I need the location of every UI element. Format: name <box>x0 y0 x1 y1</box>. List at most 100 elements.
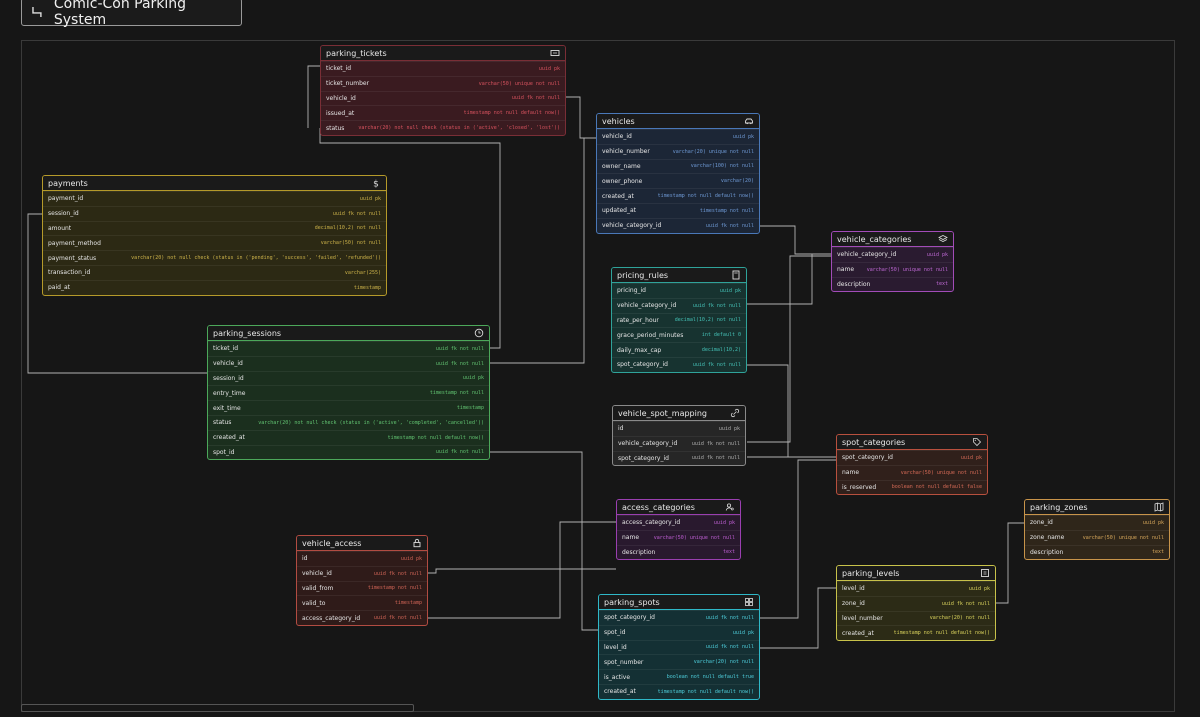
column-row[interactable]: owner_phone varchar(20) <box>597 173 759 188</box>
column-row[interactable]: ticket_number varchar(50) unique not null <box>321 75 565 91</box>
column-row[interactable]: ticket_id uuid fk not null <box>208 341 489 356</box>
column-row[interactable]: spot_category_id uuid fk not null <box>612 356 746 372</box>
column-row[interactable]: zone_id uuid pk <box>1025 515 1169 530</box>
table-header[interactable]: spot_categories <box>837 435 987 450</box>
column-type: uuid pk <box>1142 519 1164 526</box>
column-row[interactable]: vehicle_category_id uuid fk not null <box>612 297 746 313</box>
column-row[interactable]: valid_from timestamp not null <box>297 580 427 596</box>
link-mapping-vcat <box>747 255 831 443</box>
column-row[interactable]: description text <box>1025 544 1169 560</box>
column-row[interactable]: payment_id uuid pk <box>43 191 386 206</box>
column-row[interactable]: grace_period_minutes int default 0 <box>612 327 746 342</box>
column-row[interactable]: issued_at timestamp not null default now(… <box>321 105 565 120</box>
column-row[interactable]: zone_name varchar(50) unique not null <box>1025 529 1169 545</box>
column-type: uuid fk not null <box>435 449 484 456</box>
column-type: uuid fk not null <box>691 440 740 447</box>
column-row[interactable]: is_reserved boolean not null default fals… <box>837 479 987 495</box>
column-row[interactable]: vehicle_category_id uuid fk not null <box>613 435 745 451</box>
column-row[interactable]: vehicle_category_id uuid pk <box>832 247 953 262</box>
column-row[interactable]: ticket_id uuid pk <box>321 61 565 76</box>
column-row[interactable]: description text <box>617 544 740 560</box>
column-row[interactable]: name varchar(50) unique not null <box>837 464 987 480</box>
column-row[interactable]: name varchar(50) unique not null <box>832 261 953 277</box>
column-row[interactable]: access_category_id uuid pk <box>617 515 740 530</box>
table-header[interactable]: parking_zones <box>1025 500 1169 515</box>
column-row[interactable]: exit_time timestamp <box>208 400 489 415</box>
table-parking-sessions[interactable]: parking_sessions ticket_id uuid fk not nul… <box>207 325 490 461</box>
table-parking-levels[interactable]: parking_levels level_id uuid pk zone_id uuid… <box>836 565 996 642</box>
table-access-categories[interactable]: access_categories access_category_id uuid … <box>616 499 741 561</box>
table-header[interactable]: parking_levels <box>837 566 995 581</box>
column-row[interactable]: vehicle_category_id uuid fk not null <box>597 217 759 233</box>
column-row[interactable]: id uuid pk <box>613 421 745 436</box>
column-name: id <box>618 425 624 433</box>
table-header[interactable]: parking_spots <box>599 595 759 610</box>
column-row[interactable]: spot_id uuid fk not null <box>208 444 489 460</box>
column-row[interactable]: valid_to timestamp <box>297 595 427 610</box>
column-row[interactable]: access_category_id uuid fk not null <box>297 610 427 625</box>
column-row[interactable]: name varchar(50) unique not null <box>617 529 740 545</box>
column-name: amount <box>48 224 72 232</box>
table-parking-spots[interactable]: parking_spots spot_category_id uuid fk not… <box>598 594 760 700</box>
table-header[interactable]: parking_sessions <box>208 326 489 341</box>
column-row[interactable]: entry_time timestamp not null <box>208 385 489 400</box>
column-row[interactable]: status varchar(20) not null check (status… <box>208 414 489 430</box>
column-row[interactable]: amount decimal(10,2) not null <box>43 220 386 236</box>
table-header[interactable]: vehicles <box>597 114 759 129</box>
column-name: spot_category_id <box>618 454 669 462</box>
column-name: ticket_id <box>213 345 239 353</box>
table-header[interactable]: vehicle_spot_mapping <box>613 406 745 421</box>
column-row[interactable]: spot_id uuid pk <box>599 624 759 640</box>
column-row[interactable]: created_at timestamp not null default now… <box>208 429 489 445</box>
column-row[interactable]: vehicle_number varchar(20) unique not nul… <box>597 143 759 159</box>
column-row[interactable]: paid_at timestamp <box>43 279 386 295</box>
table-pricing-rules[interactable]: pricing_rules pricing_id uuid pk vehicle_ca… <box>611 267 747 373</box>
table-header[interactable]: pricing_rules <box>612 268 746 283</box>
column-row[interactable]: spot_number varchar(20) not null <box>599 654 759 669</box>
table-header[interactable]: payments $ <box>43 176 386 191</box>
column-row[interactable]: owner_name varchar(100) not null <box>597 158 759 174</box>
table-spot-categories[interactable]: spot_categories spot_category_id uuid pk na… <box>836 434 988 496</box>
column-row[interactable]: transaction_id varchar(255) <box>43 264 386 280</box>
column-name: is_reserved <box>842 483 877 491</box>
column-row[interactable]: vehicle_id uuid fk not null <box>321 90 565 106</box>
table-payments[interactable]: payments $ payment_id uuid pk session_id uuid… <box>42 175 387 296</box>
table-vehicle-categories[interactable]: vehicle_categories vehicle_category_id uui… <box>831 231 954 293</box>
column-row[interactable]: session_id uuid fk not null <box>43 205 386 221</box>
column-row[interactable]: level_id uuid fk not null <box>599 639 759 655</box>
table-header[interactable]: vehicle_access <box>297 536 427 551</box>
table-parking-zones[interactable]: parking_zones zone_id uuid pk zone_name varc… <box>1024 499 1170 561</box>
column-row[interactable]: spot_category_id uuid fk not null <box>599 610 759 625</box>
column-row[interactable]: daily_max_cap decimal(10,2) <box>612 342 746 357</box>
table-header[interactable]: access_categories <box>617 500 740 515</box>
column-row[interactable]: description text <box>832 276 953 292</box>
table-header[interactable]: vehicle_categories <box>832 232 953 247</box>
column-row[interactable]: pricing_id uuid pk <box>612 283 746 298</box>
column-row[interactable]: vehicle_id uuid pk <box>597 129 759 144</box>
column-row[interactable]: vehicle_id uuid fk not null <box>208 355 489 371</box>
column-row[interactable]: session_id uuid pk <box>208 370 489 386</box>
column-row[interactable]: status varchar(20) not null check (status… <box>321 120 565 135</box>
column-row[interactable]: created_at timestamp not null default now… <box>599 683 759 699</box>
column-row[interactable]: level_id uuid pk <box>837 581 995 596</box>
table-vehicles[interactable]: vehicles vehicle_id uuid pk vehicle_number v… <box>596 113 760 234</box>
column-row[interactable]: rate_per_hour decimal(10,2) not null <box>612 312 746 328</box>
column-row[interactable]: spot_category_id uuid pk <box>837 450 987 465</box>
column-name: vehicle_id <box>302 570 332 578</box>
column-row[interactable]: created_at timestamp not null default now… <box>837 625 995 640</box>
column-type: varchar(50) unique not null <box>866 266 948 273</box>
column-row[interactable]: payment_method varchar(50) not null <box>43 235 386 250</box>
column-row[interactable]: id uuid pk <box>297 551 427 566</box>
column-row[interactable]: updated_at timestamp not null <box>597 202 759 218</box>
column-row[interactable]: created_at timestamp not null default now… <box>597 188 759 203</box>
column-row[interactable]: zone_id uuid fk not null <box>837 595 995 611</box>
column-row[interactable]: spot_category_id uuid fk not null <box>613 450 745 466</box>
table-vehicle-access[interactable]: vehicle_access id uuid pk vehicle_id uuid fk… <box>296 535 428 626</box>
table-vehicle-spot-mapping[interactable]: vehicle_spot_mapping id uuid pk vehicle_cat… <box>612 405 746 467</box>
column-row[interactable]: vehicle_id uuid fk not null <box>297 565 427 581</box>
table-header[interactable]: parking_tickets <box>321 46 565 61</box>
column-row[interactable]: payment_status varchar(20) not null check… <box>43 250 386 265</box>
table-parking-tickets[interactable]: parking_tickets ticket_id uuid pk ticket_nu… <box>320 45 566 136</box>
column-row[interactable]: is_active boolean not null default true <box>599 669 759 684</box>
column-row[interactable]: level_number varchar(20) not null <box>837 610 995 626</box>
